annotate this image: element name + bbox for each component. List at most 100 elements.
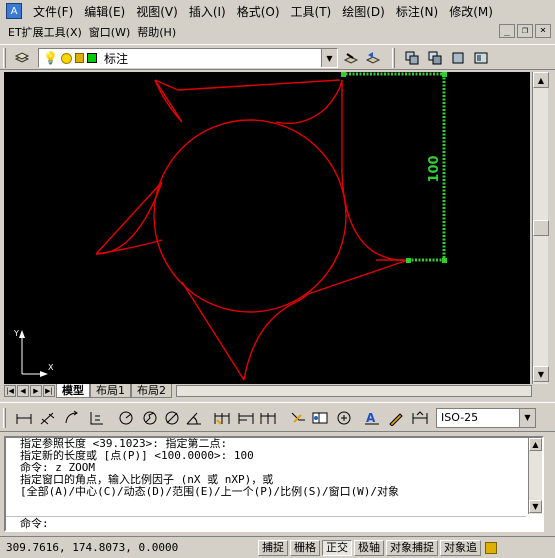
- ucs-y-label: Y: [13, 329, 19, 338]
- close-button[interactable]: ×: [535, 24, 551, 38]
- grid-toggle[interactable]: 栅格: [290, 539, 320, 556]
- ortho-toggle[interactable]: 正交: [322, 539, 352, 556]
- menu-tools[interactable]: 工具(T): [286, 3, 338, 20]
- menu-draw[interactable]: 绘图(D): [337, 3, 391, 20]
- dimension-edit-icon[interactable]: A: [362, 409, 382, 427]
- dimension-toolbar: A ISO-25 ▼: [0, 402, 555, 432]
- autocad-app-icon[interactable]: A: [6, 3, 22, 19]
- command-history-line: [全部(A)/中心(C)/动态(D)/范围(E)/上一个(P)/比例(S)/窗口…: [20, 486, 400, 498]
- restore-button[interactable]: ❐: [517, 24, 533, 38]
- polar-toggle[interactable]: 极轴: [354, 539, 384, 556]
- diameter-dimension-icon[interactable]: [162, 409, 182, 427]
- unlock-icon: [74, 53, 84, 63]
- toolbar-grip[interactable]: [392, 48, 395, 68]
- toolbar-grip[interactable]: [3, 48, 6, 68]
- layer-dropdown[interactable]: 💡 标注 ▼: [38, 48, 338, 68]
- arc-length-icon[interactable]: [62, 409, 82, 427]
- menu-help[interactable]: 帮助(H): [137, 24, 183, 40]
- layers-toolbar: 💡 标注 ▼: [0, 44, 555, 70]
- light-bulb-icon: 💡: [43, 51, 58, 65]
- lock-icon[interactable]: [485, 541, 497, 554]
- menu-insert[interactable]: 插入(I): [184, 3, 232, 20]
- command-history-line: 指定新的长度或 [点(P)] <100.0000>: 100: [20, 450, 254, 462]
- menu-et-tools[interactable]: ET扩展工具(X): [8, 24, 89, 40]
- ucs-icon: Y X: [13, 329, 54, 377]
- linear-dimension-icon[interactable]: [14, 409, 34, 427]
- tool-palettes-icon[interactable]: [472, 49, 490, 67]
- ordinate-dimension-icon[interactable]: [86, 409, 106, 427]
- menu-window[interactable]: 窗口(W): [89, 24, 137, 40]
- minimize-button[interactable]: _: [499, 24, 515, 38]
- menu-dimension[interactable]: 标注(N): [391, 3, 444, 20]
- design-center-icon[interactable]: [449, 49, 467, 67]
- menu-bar: A 文件(F) 编辑(E) 视图(V) 插入(I) 格式(O) 工具(T) 绘图…: [0, 0, 555, 22]
- tangent-line: [181, 281, 245, 381]
- menu-file[interactable]: 文件(F): [28, 3, 79, 20]
- dimension-update-icon[interactable]: [410, 409, 430, 427]
- fillet-arc: [275, 79, 343, 125]
- baseline-dimension-icon[interactable]: [236, 409, 256, 427]
- canvas-vertical-scrollbar[interactable]: ▲ ▼: [532, 72, 549, 384]
- command-window[interactable]: 指定参照长度 <39.1023>: 指定第二点: 指定新的长度或 [点(P)] …: [4, 436, 544, 532]
- dimension-text-edit-icon[interactable]: [386, 409, 406, 427]
- jogged-dimension-icon[interactable]: [140, 409, 160, 427]
- layer-manager-icon[interactable]: [13, 49, 31, 67]
- tab-model[interactable]: 模型: [56, 384, 90, 398]
- layer-previous-icon[interactable]: [364, 49, 382, 67]
- dimension-text: 100: [427, 155, 442, 182]
- scroll-down-arrow-icon[interactable]: ▼: [529, 500, 542, 513]
- chevron-down-icon[interactable]: ▼: [519, 409, 535, 427]
- next-tab-arrow-icon[interactable]: ▶: [30, 385, 42, 397]
- angular-dimension-icon[interactable]: [184, 409, 204, 427]
- dimension-style-value: ISO-25: [441, 411, 479, 424]
- scroll-thumb[interactable]: [533, 220, 549, 236]
- canvas-horizontal-scrollbar[interactable]: [176, 385, 532, 397]
- scroll-up-arrow-icon[interactable]: ▲: [529, 438, 542, 451]
- menu-format[interactable]: 格式(O): [232, 3, 286, 20]
- tab-layout1[interactable]: 布局1: [90, 384, 131, 398]
- scroll-up-arrow-icon[interactable]: ▲: [533, 72, 549, 88]
- sun-icon: [60, 52, 72, 64]
- drawing-geometry: 100 Y X: [13, 72, 447, 381]
- command-history-line: 指定窗口的角点，输入比例因子 (nX 或 nXP)，或: [20, 474, 274, 486]
- first-tab-arrow-icon[interactable]: |◀: [4, 385, 16, 397]
- quick-leader-icon[interactable]: [288, 409, 308, 427]
- layer-color-swatch: [86, 53, 97, 63]
- ucs-x-label: X: [48, 363, 54, 372]
- drawing-canvas[interactable]: 100 Y X: [4, 72, 530, 384]
- prev-tab-arrow-icon[interactable]: ◀: [17, 385, 29, 397]
- object-snap-toggle[interactable]: 对象捕捉: [386, 539, 438, 556]
- aligned-dimension-icon[interactable]: [38, 409, 58, 427]
- chevron-down-icon[interactable]: ▼: [321, 49, 337, 67]
- toolbar-grip[interactable]: [3, 408, 6, 428]
- tangent-line: [177, 79, 341, 91]
- menu-modify[interactable]: 修改(M): [444, 3, 499, 20]
- tab-layout2[interactable]: 布局2: [131, 384, 172, 398]
- radius-dimension-icon[interactable]: [116, 409, 136, 427]
- menu-view[interactable]: 视图(V): [131, 3, 184, 20]
- svg-text:A: A: [366, 411, 376, 425]
- object-tracking-toggle[interactable]: 对象追: [440, 539, 481, 556]
- command-prompt-input[interactable]: 命令:: [6, 516, 526, 530]
- tangent-line: [307, 259, 409, 295]
- match-properties-icon[interactable]: [426, 49, 444, 67]
- properties-icon[interactable]: [403, 49, 421, 67]
- coordinate-readout[interactable]: 309.7616, 174.8073, 0.0000: [0, 541, 258, 554]
- command-history-line: 指定参照长度 <39.1023>: 指定第二点:: [20, 438, 228, 450]
- fillet-arc: [243, 293, 309, 381]
- command-history-line: 命令: z ZOOM: [20, 462, 95, 474]
- make-object-layer-current-icon[interactable]: [342, 49, 360, 67]
- layout-tabs-bar: |◀ ◀ ▶ ▶| 模型 布局1 布局2: [4, 384, 532, 398]
- center-mark-icon[interactable]: [334, 409, 354, 427]
- tolerance-icon[interactable]: [310, 409, 330, 427]
- snap-toggle[interactable]: 捕捉: [258, 539, 288, 556]
- current-layer-name: 标注: [103, 51, 128, 66]
- scroll-down-arrow-icon[interactable]: ▼: [533, 366, 549, 382]
- status-bar: 309.7616, 174.8073, 0.0000 捕捉 栅格 正交 极轴 对…: [0, 536, 555, 558]
- last-tab-arrow-icon[interactable]: ▶|: [43, 385, 55, 397]
- continue-dimension-icon[interactable]: [258, 409, 278, 427]
- dimension-style-dropdown[interactable]: ISO-25 ▼: [436, 408, 536, 428]
- menu-edit[interactable]: 编辑(E): [79, 3, 131, 20]
- command-scrollbar[interactable]: ▲ ▼: [528, 438, 542, 514]
- quick-dimension-icon[interactable]: [212, 409, 232, 427]
